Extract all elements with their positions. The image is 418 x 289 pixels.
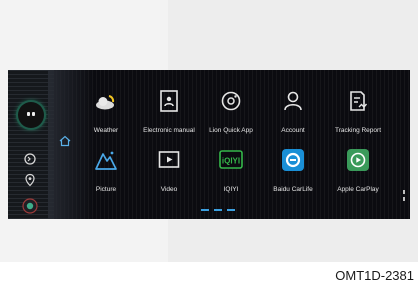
video-icon — [158, 151, 180, 168]
avatar-face-icon — [25, 110, 37, 120]
scroll-handle-icon[interactable] — [402, 189, 406, 207]
location-icon[interactable] — [22, 173, 38, 189]
voice-assistant-avatar[interactable] — [18, 102, 44, 128]
page-dot-3[interactable] — [227, 209, 235, 211]
volume-icon[interactable] — [22, 152, 38, 168]
figure-frame: Weather Electronic manual Lion Quick App — [0, 0, 418, 262]
picture-icon — [95, 151, 117, 170]
app-picture[interactable]: Picture — [71, 146, 141, 202]
app-apple-carplay[interactable]: Apple CarPlay — [323, 146, 393, 202]
page-indicator[interactable] — [201, 209, 241, 212]
figure-code: OMT1D-2381 — [335, 268, 414, 283]
app-electronic-manual[interactable]: Electronic manual — [134, 87, 204, 143]
lion-quick-app-icon — [221, 91, 241, 111]
weather-icon — [96, 95, 115, 110]
app-tracking-report[interactable]: Tracking Report — [323, 87, 393, 143]
apple-carplay-icon — [347, 149, 369, 171]
app-iqiyi[interactable]: iQIYI IQIYI — [196, 146, 266, 202]
app-label: Tracking Report — [335, 127, 381, 134]
page-dot-1[interactable] — [201, 209, 209, 211]
page-dot-2[interactable] — [214, 209, 222, 211]
avatar-eye-left — [27, 112, 30, 116]
app-weather[interactable]: Weather — [71, 87, 141, 143]
app-video[interactable]: Video — [134, 146, 204, 202]
app-lion-quick-app[interactable]: Lion Quick App — [196, 87, 266, 143]
infotainment-screen: Weather Electronic manual Lion Quick App — [8, 70, 410, 219]
iqiyi-icon: iQIYI — [219, 150, 243, 169]
app-account[interactable]: Account — [258, 87, 328, 143]
svg-text:iQIYI: iQIYI — [222, 157, 240, 166]
account-icon — [284, 91, 302, 111]
avatar-eye-right — [32, 112, 35, 116]
app-label: Apple CarPlay — [337, 186, 379, 193]
baidu-carlife-icon — [282, 149, 304, 171]
app-baidu-carlife[interactable]: Baidu CarLife — [258, 146, 328, 202]
home-icon[interactable] — [58, 134, 72, 148]
tracking-report-icon — [350, 91, 368, 111]
manual-icon — [160, 90, 178, 112]
apps-menu-icon[interactable] — [22, 198, 38, 214]
